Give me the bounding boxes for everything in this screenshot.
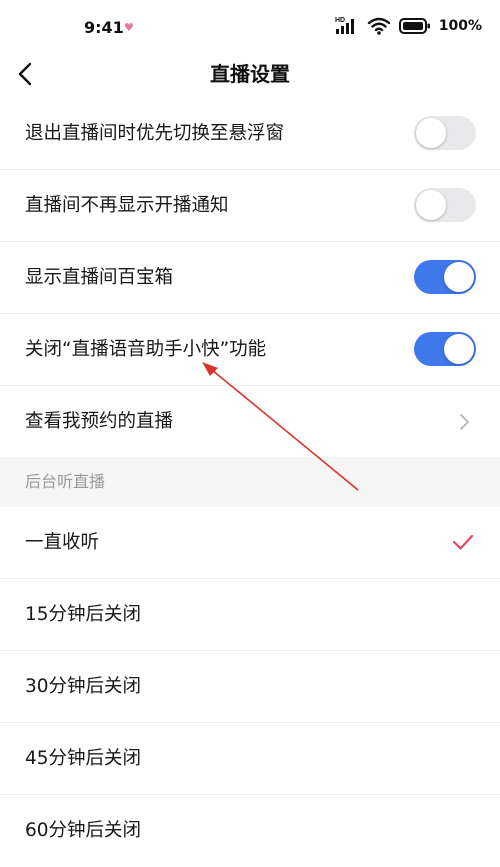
cellular-signal-icon: HD [335, 17, 354, 34]
listen-option-45min[interactable]: 45分钟后关闭 [0, 723, 500, 795]
live-notification-toggle[interactable] [414, 188, 476, 222]
wifi-icon [367, 17, 390, 35]
network-label: HD [335, 17, 345, 24]
status-indicators: HD 100% [335, 14, 482, 38]
heart-icon: ♥ [124, 21, 134, 34]
floating-window-toggle[interactable] [414, 116, 476, 150]
section-header-label: 后台听直播 [25, 472, 106, 491]
setting-row-voice-assistant[interactable]: 关闭“直播语音助手小快”功能 [0, 314, 500, 386]
setting-label: 关闭“直播语音助手小快”功能 [25, 339, 267, 360]
listen-option-label: 60分钟后关闭 [25, 820, 142, 841]
toggle-knob [416, 190, 446, 220]
status-bar: 9:41 ♥ HD 100% [0, 0, 500, 52]
page-title: 直播设置 [210, 62, 290, 86]
setting-row-booked-lives[interactable]: 查看我预约的直播 [0, 386, 500, 458]
listen-option-label: 30分钟后关闭 [25, 676, 142, 697]
check-icon [452, 534, 474, 550]
navigation-bar: 直播设置 [0, 52, 500, 98]
setting-label: 查看我预约的直播 [25, 411, 174, 432]
battery-percent: 100% [438, 18, 482, 34]
toggle-knob [416, 118, 446, 148]
listen-option-label: 45分钟后关闭 [25, 748, 142, 769]
listen-option-60min[interactable]: 60分钟后关闭 [0, 795, 500, 867]
listen-option-label: 一直收听 [25, 532, 100, 553]
status-time: 9:41 [84, 18, 124, 37]
treasure-box-toggle[interactable] [414, 260, 476, 294]
setting-row-floating-window[interactable]: 退出直播间时优先切换至悬浮窗 [0, 98, 500, 170]
setting-row-live-notification[interactable]: 直播间不再显示开播通知 [0, 170, 500, 242]
section-header-background-listen: 后台听直播 [0, 457, 500, 507]
chevron-right-icon [460, 414, 469, 430]
listen-option-always[interactable]: 一直收听 [0, 507, 500, 579]
battery-icon [398, 18, 430, 34]
setting-label: 直播间不再显示开播通知 [25, 195, 229, 216]
listen-option-30min[interactable]: 30分钟后关闭 [0, 651, 500, 723]
toggle-knob [444, 262, 474, 292]
listen-option-15min[interactable]: 15分钟后关闭 [0, 579, 500, 651]
listen-option-label: 15分钟后关闭 [25, 604, 142, 625]
setting-label: 退出直播间时优先切换至悬浮窗 [25, 123, 285, 144]
toggle-knob [444, 334, 474, 364]
setting-row-treasure-box[interactable]: 显示直播间百宝箱 [0, 242, 500, 314]
voice-assistant-toggle[interactable] [414, 332, 476, 366]
setting-label: 显示直播间百宝箱 [25, 267, 174, 288]
